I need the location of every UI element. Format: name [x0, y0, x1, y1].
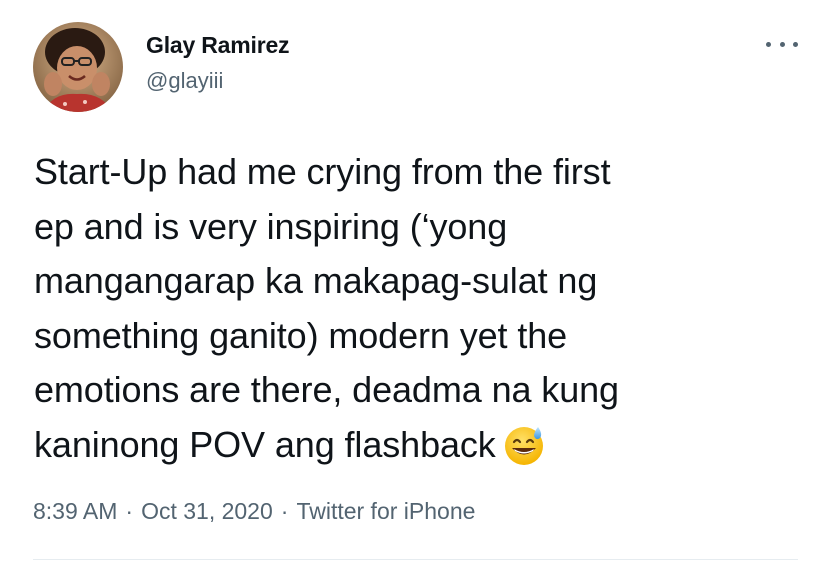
- more-options-button[interactable]: [766, 34, 798, 54]
- tweet-text-line-last: kaninong POV ang flashback: [34, 418, 794, 483]
- meta-separator: ·: [125, 498, 134, 524]
- profile-photo-icon: [33, 22, 123, 112]
- tweet-text-line: Start-Up had me crying from the first: [34, 151, 611, 192]
- meta-separator: ·: [280, 498, 289, 524]
- author-name[interactable]: Glay Ramirez: [146, 32, 290, 59]
- divider: [33, 559, 798, 560]
- tweet-text-line-content: kaninong POV ang flashback: [34, 423, 496, 465]
- tweet-text-line: emotions are there, deadma na kung: [34, 369, 619, 410]
- more-horizontal-icon: [766, 41, 771, 47]
- grinning-face-with-sweat-icon: [502, 423, 546, 483]
- tweet-text-line: something ganito) modern yet the: [34, 314, 568, 356]
- tweet-text-line: ep and is very inspiring (‘yong: [34, 205, 508, 247]
- tweet-source-link[interactable]: Twitter for iPhone: [296, 498, 475, 524]
- tweet-text-line: mangangarap ka makapag-sulat ng: [34, 260, 598, 301]
- tweet-text: Start-Up had me crying from the first ep…: [34, 145, 794, 482]
- tweet-card: Glay Ramirez @glayiii Start-Up had me cr…: [0, 0, 828, 564]
- tweet-time[interactable]: 8:39 AM: [33, 498, 117, 524]
- author-handle[interactable]: @glayiii: [146, 68, 223, 94]
- tweet-meta: 8:39 AM · Oct 31, 2020 · Twitter for iPhone: [33, 498, 475, 525]
- avatar[interactable]: [33, 22, 123, 112]
- tweet-date[interactable]: Oct 31, 2020: [141, 498, 273, 524]
